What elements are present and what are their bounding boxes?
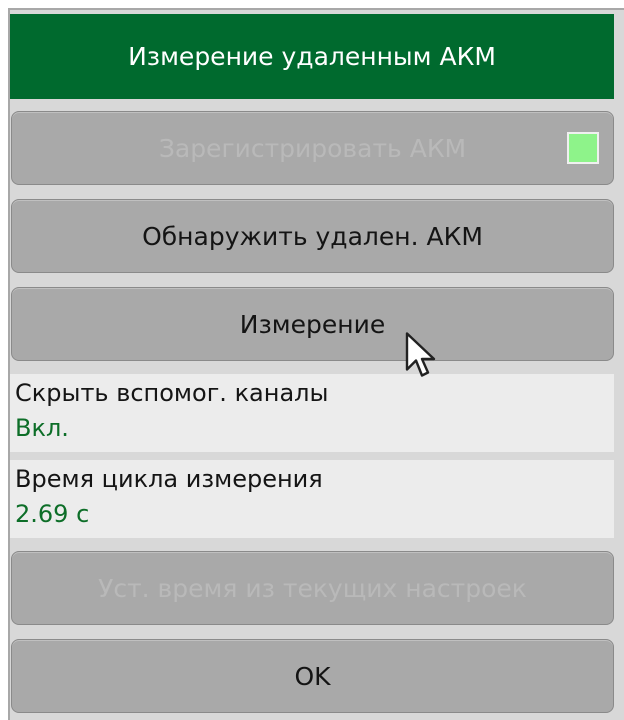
detect-remote-akm-button[interactable]: Обнаружить удален. АКМ bbox=[11, 199, 614, 273]
ok-button[interactable]: OK bbox=[11, 639, 614, 713]
register-status-indicator bbox=[567, 132, 599, 164]
cycle-time-label: Время цикла измерения bbox=[15, 465, 323, 493]
cycle-time-value: 2.69 с bbox=[15, 500, 90, 528]
panel-title: Измерение удаленным АКМ bbox=[10, 14, 614, 99]
hide-aux-channels-label: Скрыть вспомог. каналы bbox=[15, 379, 329, 407]
measurement-label: Измерение bbox=[239, 309, 386, 339]
detect-remote-akm-label: Обнаружить удален. АКМ bbox=[142, 221, 483, 251]
register-akm-button[interactable]: Зарегистрировать АКМ bbox=[11, 111, 614, 185]
register-akm-label: Зарегистрировать АКМ bbox=[158, 133, 467, 163]
measurement-button[interactable]: Измерение bbox=[11, 287, 614, 361]
mouse-pointer-icon bbox=[405, 332, 436, 377]
ok-label: OK bbox=[294, 661, 331, 691]
set-time-from-settings-button[interactable]: Уст. время из текущих настроек bbox=[11, 551, 614, 625]
set-time-from-settings-label: Уст. время из текущих настроек bbox=[98, 573, 527, 603]
hide-aux-channels-field[interactable]: Скрыть вспомог. каналы Вкл. bbox=[10, 374, 614, 452]
panel-title-text: Измерение удаленным АКМ bbox=[128, 42, 496, 71]
hide-aux-channels-value: Вкл. bbox=[15, 414, 69, 442]
cycle-time-field[interactable]: Время цикла измерения 2.69 с bbox=[10, 460, 614, 538]
